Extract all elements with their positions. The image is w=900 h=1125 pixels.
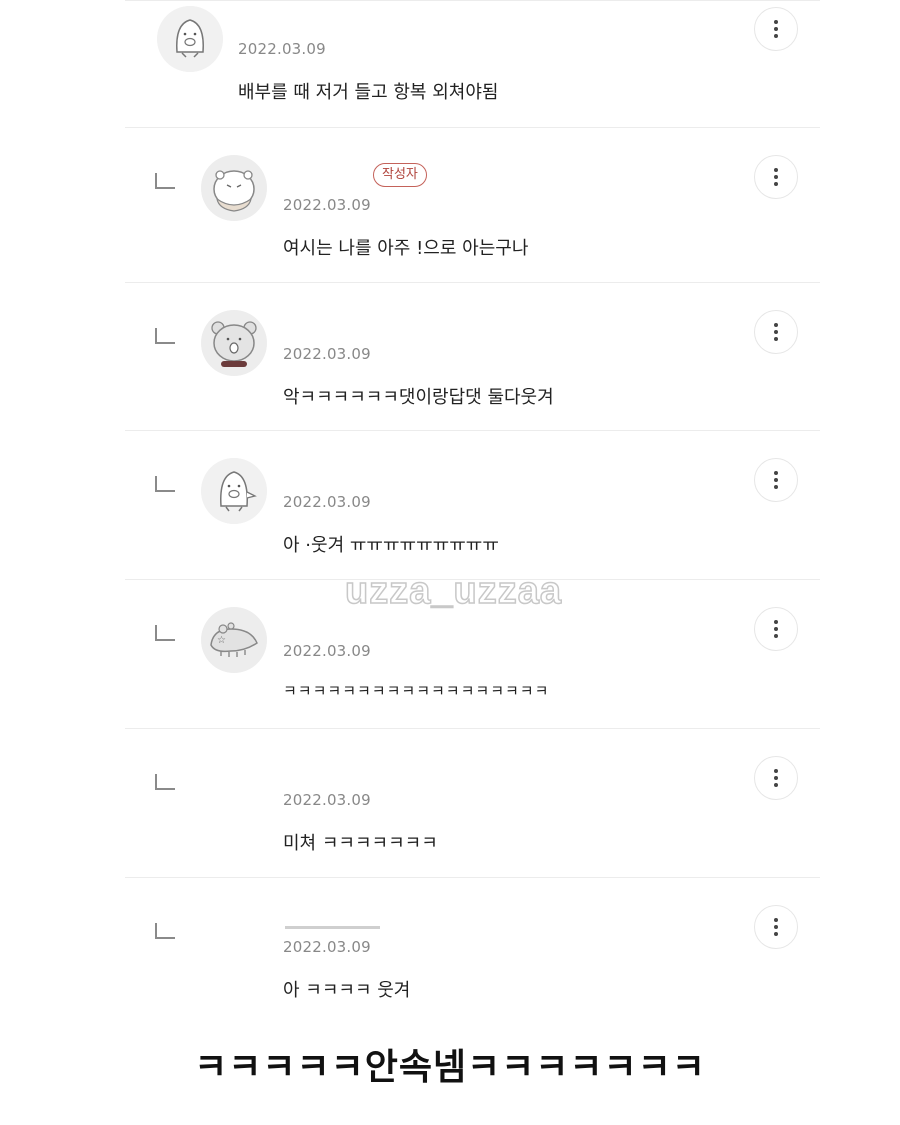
reply-arrow-icon: [155, 476, 175, 492]
comment-date: 2022.03.09: [238, 40, 326, 58]
comment-date: 2022.03.09: [283, 345, 371, 363]
comment-text: 미쳐 ㅋㅋㅋㅋㅋㅋㅋ: [283, 833, 438, 854]
more-vertical-icon: [774, 769, 778, 787]
more-options-button[interactable]: [754, 310, 798, 354]
more-options-button[interactable]: [754, 905, 798, 949]
reply-item: 2022.03.09 아 ·웃겨 ㅠㅠㅠㅠㅠㅠㅠㅠㅠ: [125, 431, 820, 580]
author-badge: 작성자: [373, 163, 427, 187]
more-options-button[interactable]: [754, 458, 798, 502]
reply-arrow-icon: [155, 173, 175, 189]
reply-item: 2022.03.09 아 ㅋㅋㅋㅋ 웃겨: [125, 878, 820, 1018]
comment-date: 2022.03.09: [283, 938, 371, 956]
penguin-avatar-icon[interactable]: [201, 458, 267, 524]
comment-text: 여시는 나를 아주 !으로 아는구나: [283, 238, 529, 259]
comment-date: 2022.03.09: [283, 642, 371, 660]
comment-item: 2022.03.09 배부를 때 저거 들고 항복 외쳐야됨: [125, 0, 820, 128]
more-vertical-icon: [774, 471, 778, 489]
more-options-button[interactable]: [754, 7, 798, 51]
reply-item: 2022.03.09 악ㅋㅋㅋㅋㅋㅋ댓이랑답댓 둘다웃겨: [125, 283, 820, 431]
comment-date: 2022.03.09: [283, 493, 371, 511]
comment-text: 악ㅋㅋㅋㅋㅋㅋ댓이랑답댓 둘다웃겨: [283, 387, 554, 408]
comment-date: 2022.03.09: [283, 196, 371, 214]
svg-text:☆: ☆: [217, 635, 226, 646]
reply-arrow-icon: [155, 625, 175, 641]
reply-arrow-icon: [155, 923, 175, 939]
more-vertical-icon: [774, 620, 778, 638]
reply-item: 작성자 2022.03.09 여시는 나를 아주 !으로 아는구나: [125, 128, 820, 283]
hamster-avatar-icon[interactable]: [201, 155, 267, 221]
comment-text: 배부를 때 저거 들고 항복 외쳐야됨: [238, 82, 499, 103]
crocodile-avatar-icon[interactable]: ☆: [201, 607, 267, 673]
nickname-hidden: [285, 926, 380, 929]
caption-text: ㅋㅋㅋㅋㅋ안속넴ㅋㅋㅋㅋㅋㅋㅋ: [194, 1047, 706, 1088]
bear-avatar-icon[interactable]: [201, 310, 267, 376]
penguin-avatar-icon[interactable]: [157, 6, 223, 72]
comment-text: 아 ㅋㅋㅋㅋ 웃겨: [283, 980, 411, 1001]
more-vertical-icon: [774, 168, 778, 186]
reply-arrow-icon: [155, 328, 175, 344]
reply-arrow-icon: [155, 774, 175, 790]
more-vertical-icon: [774, 20, 778, 38]
comment-text: 아 ·웃겨 ㅠㅠㅠㅠㅠㅠㅠㅠㅠ: [283, 535, 499, 556]
watermark-text: uzza_uzzaa: [344, 569, 562, 613]
comment-text: ㅋㅋㅋㅋㅋㅋㅋㅋㅋㅋㅋㅋㅋㅋㅋㅋㅋㅋ: [283, 682, 550, 700]
reply-item: 2022.03.09 미쳐 ㅋㅋㅋㅋㅋㅋㅋ: [125, 729, 820, 878]
more-options-button[interactable]: [754, 607, 798, 651]
more-options-button[interactable]: [754, 756, 798, 800]
more-options-button[interactable]: [754, 155, 798, 199]
nickname-hidden: [290, 173, 350, 176]
more-vertical-icon: [774, 323, 778, 341]
comment-date: 2022.03.09: [283, 791, 371, 809]
more-vertical-icon: [774, 918, 778, 936]
